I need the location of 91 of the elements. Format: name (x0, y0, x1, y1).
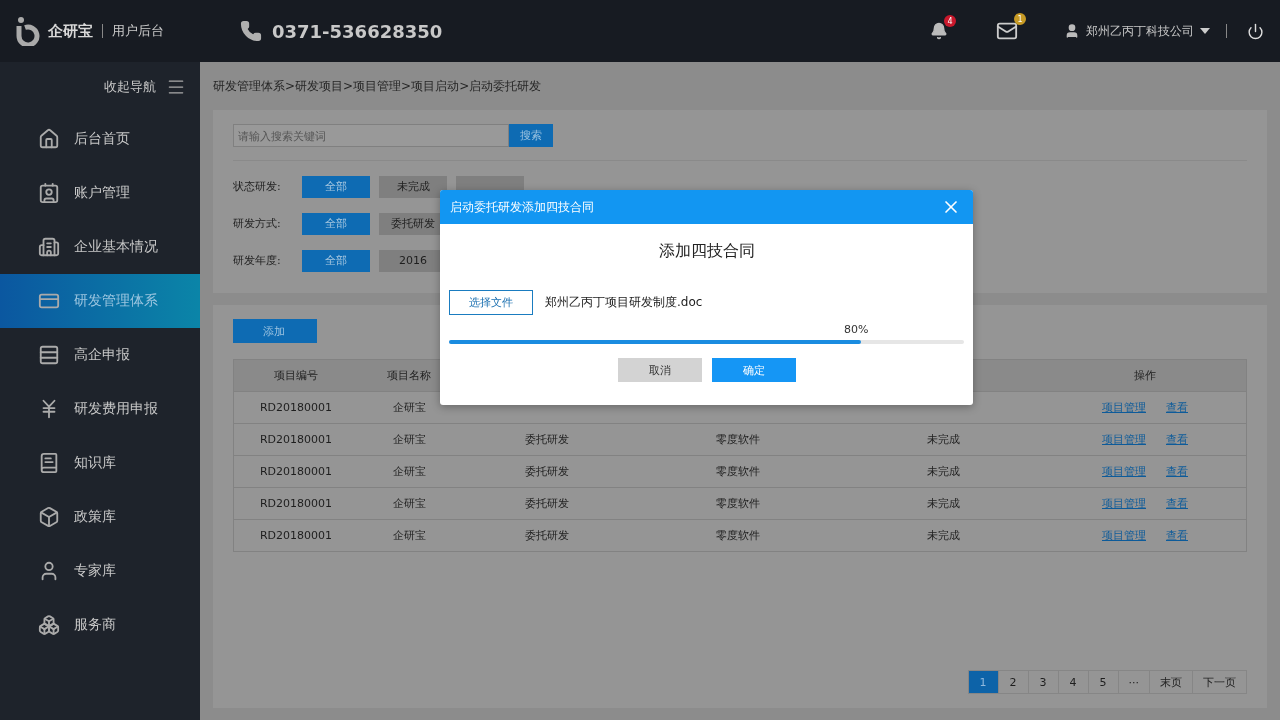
table-cell-text: 未完成 (925, 464, 961, 480)
action-link[interactable]: 查看 (1166, 496, 1188, 511)
table-cell-text: 企研宝 (391, 432, 427, 448)
logo-icon (16, 16, 40, 46)
notification-badge: 4 (944, 15, 956, 27)
page-button[interactable]: 末页 (1149, 670, 1193, 694)
table-cell-text: 委托研发 (524, 528, 570, 544)
table-cell-text: RD20180001 (258, 464, 334, 480)
user-icon (1064, 23, 1080, 39)
table-cell-text: 未完成 (925, 496, 961, 512)
table-cell-text: 零度软件 (715, 464, 761, 480)
nav-item[interactable]: 政策库 (0, 490, 200, 544)
filter-option[interactable]: 全部 (302, 212, 370, 235)
box-icon (38, 506, 60, 528)
boxes-icon (38, 614, 60, 636)
page-button[interactable]: 3 (1027, 670, 1059, 694)
phone-icon (240, 20, 262, 42)
phone-number: 0371-536628350 (272, 20, 443, 42)
progress-label: 80% (844, 323, 870, 336)
nav-item[interactable]: 服务商 (0, 598, 200, 652)
nav-item[interactable]: 企业基本情况 (0, 220, 200, 274)
cancel-button[interactable]: 取消 (617, 358, 702, 382)
table-cell-text: 零度软件 (715, 496, 761, 512)
contact-card-icon (38, 182, 60, 204)
action-link[interactable]: 项目管理 (1102, 400, 1146, 415)
table-cell-text: 企研宝 (391, 496, 427, 512)
bell-icon[interactable] (930, 22, 948, 40)
action-link[interactable]: 项目管理 (1102, 464, 1146, 479)
brand-subtitle: 用户后台 (112, 22, 164, 40)
nav-item[interactable]: 研发管理体系 (0, 274, 200, 328)
action-link[interactable]: 项目管理 (1102, 528, 1146, 543)
nav-item[interactable]: 专家库 (0, 544, 200, 598)
confirm-button[interactable]: 确定 (711, 358, 796, 382)
book-icon (38, 452, 60, 474)
filter-option[interactable]: 未完成 (379, 175, 447, 198)
caret-icon (1200, 28, 1210, 34)
dialog-title: 启动委托研发添加四技合同 (450, 198, 594, 216)
page-button[interactable]: 5 (1087, 670, 1119, 694)
table-cell-text: 零度软件 (715, 432, 761, 448)
filter-label: 状态研发: (233, 179, 282, 194)
page-button[interactable]: 1 (967, 670, 999, 694)
page-button[interactable]: 下一页 (1192, 670, 1247, 694)
message-badge: 1 (1014, 13, 1026, 25)
choose-file-button[interactable]: 选择文件 (449, 290, 533, 315)
file-name: 郑州乙丙丁项目研发制度.doc (545, 294, 703, 311)
table-cell-text: 未完成 (925, 528, 961, 544)
table-cell-text: 委托研发 (524, 496, 570, 512)
power-icon[interactable] (1247, 22, 1264, 40)
breadcrumb: 研发管理体系>研发项目>项目管理>项目启动>启动委托研发 (213, 77, 543, 95)
table-cell-text: 委托研发 (524, 464, 570, 480)
nav-item[interactable]: 研发费用申报 (0, 382, 200, 436)
nav-item[interactable]: 高企申报 (0, 328, 200, 382)
table-cell-text: 零度软件 (715, 528, 761, 544)
action-link[interactable]: 查看 (1166, 400, 1188, 415)
table-cell-text: RD20180001 (258, 400, 334, 416)
column-header: 项目名称 (386, 368, 432, 384)
table-cell-text: RD20180001 (258, 432, 334, 448)
action-link[interactable]: 项目管理 (1102, 496, 1146, 511)
search-field[interactable]: 请输入搜索关键词 (233, 124, 509, 147)
dialog-heading: 添加四技合同 (657, 241, 756, 262)
page-button[interactable]: 2 (997, 670, 1029, 694)
table-cell-text: 企研宝 (391, 528, 427, 544)
rows-icon (38, 344, 60, 366)
home-icon (38, 128, 60, 150)
table-cell-text: RD20180001 (258, 496, 334, 512)
filter-option[interactable]: 全部 (302, 249, 370, 272)
search-button[interactable]: 搜索 (509, 124, 553, 147)
mail-icon[interactable] (996, 20, 1018, 42)
add-button[interactable]: 添加 (233, 319, 317, 343)
table-cell-text: 企研宝 (391, 400, 427, 416)
column-header: 项目编号 (273, 368, 319, 384)
table-cell-text: 委托研发 (524, 432, 570, 448)
table-cell-text: RD20180001 (258, 528, 334, 544)
building-icon (38, 236, 60, 258)
table-cell-text: 未完成 (925, 432, 961, 448)
action-link[interactable]: 查看 (1166, 464, 1188, 479)
brand-name: 企研宝 (48, 21, 93, 41)
action-link[interactable]: 查看 (1166, 528, 1188, 543)
nav-item[interactable]: 账户管理 (0, 166, 200, 220)
filter-option[interactable]: 全部 (302, 175, 370, 198)
user-menu[interactable]: 郑州乙丙丁科技公司 (1064, 22, 1210, 40)
action-link[interactable]: 查看 (1166, 432, 1188, 447)
nav-item[interactable]: 知识库 (0, 436, 200, 490)
page-button[interactable]: 4 (1057, 670, 1089, 694)
filter-label: 研发方式: (233, 216, 282, 231)
table-cell-text: 企研宝 (391, 464, 427, 480)
action-link[interactable]: 项目管理 (1102, 432, 1146, 447)
collapse-label[interactable]: 收起导航 (104, 78, 156, 96)
column-header: 操作 (1133, 368, 1157, 384)
nav-item[interactable]: 后台首页 (0, 112, 200, 166)
filter-label: 研发年度: (233, 253, 282, 268)
